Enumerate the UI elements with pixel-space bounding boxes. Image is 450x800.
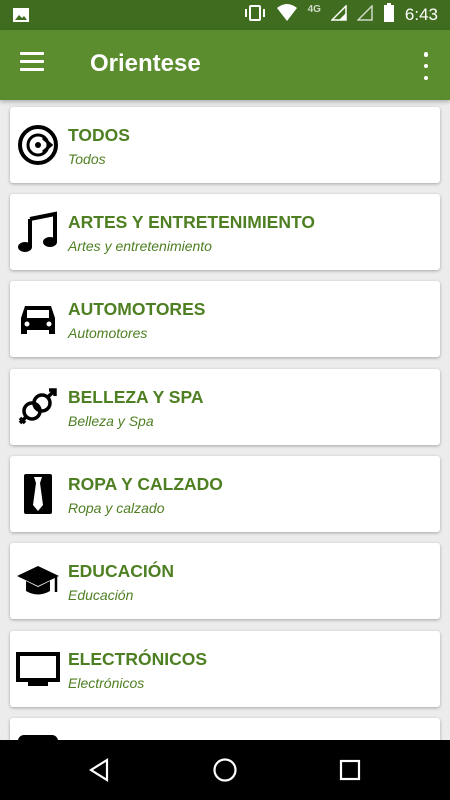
app-bar: Orientese — [0, 30, 450, 100]
status-bar: 4G 6:43 — [0, 0, 450, 30]
car-icon — [16, 297, 60, 341]
navigation-bar — [0, 740, 450, 800]
partial-icon — [16, 732, 60, 740]
more-options-icon[interactable] — [420, 52, 432, 80]
menu-icon[interactable] — [20, 52, 50, 78]
category-item-artes[interactable]: ARTES Y ENTRETENIMIENTO Artes y entreten… — [10, 194, 440, 270]
category-subtitle: Electrónicos — [68, 675, 145, 691]
monitor-icon — [16, 647, 60, 691]
battery-icon — [383, 2, 395, 28]
music-note-icon — [16, 210, 60, 254]
vibrate-icon — [244, 4, 266, 27]
category-item-partial[interactable] — [10, 718, 440, 740]
category-subtitle: Ropa y calzado — [68, 500, 165, 516]
category-title: ROPA Y CALZADO — [68, 474, 223, 494]
gender-icon — [16, 385, 60, 429]
back-icon[interactable] — [88, 758, 110, 787]
image-notification-icon — [12, 6, 30, 29]
home-icon[interactable] — [212, 757, 238, 788]
graduation-cap-icon — [16, 559, 60, 603]
category-title: EDUCACIÓN — [68, 561, 174, 581]
signal-icon-2 — [356, 3, 373, 26]
category-title: TODOS — [68, 125, 130, 145]
category-title: BELLEZA Y SPA — [68, 387, 204, 407]
tie-icon — [16, 472, 60, 516]
disc-icon — [16, 123, 60, 167]
network-type: 4G — [307, 3, 321, 15]
category-list: TODOS Todos ARTES Y ENTRETENIMIENTO Arte… — [0, 100, 450, 740]
category-title: AUTOMOTORES — [68, 299, 206, 319]
category-item-educacion[interactable]: EDUCACIÓN Educación — [10, 543, 440, 619]
category-subtitle: Todos — [68, 151, 106, 167]
category-item-electronicos[interactable]: ELECTRÓNICOS Electrónicos — [10, 631, 440, 707]
category-subtitle: Educación — [68, 587, 134, 603]
category-item-automotores[interactable]: AUTOMOTORES Automotores — [10, 281, 440, 357]
category-subtitle: Artes y entretenimiento — [68, 238, 212, 254]
app-title: Orientese — [90, 50, 201, 77]
category-title: ARTES Y ENTRETENIMIENTO — [68, 212, 315, 232]
category-item-ropa[interactable]: ROPA Y CALZADO Ropa y calzado — [10, 456, 440, 532]
signal-icon — [330, 3, 347, 26]
category-item-todos[interactable]: TODOS Todos — [10, 107, 440, 183]
status-time: 6:43 — [404, 5, 438, 24]
category-subtitle: Automotores — [68, 325, 148, 341]
category-title: ELECTRÓNICOS — [68, 649, 208, 669]
category-subtitle: Belleza y Spa — [68, 413, 154, 429]
category-item-belleza[interactable]: BELLEZA Y SPA Belleza y Spa — [10, 369, 440, 445]
recent-apps-icon[interactable] — [339, 759, 361, 786]
wifi-icon — [276, 3, 298, 27]
